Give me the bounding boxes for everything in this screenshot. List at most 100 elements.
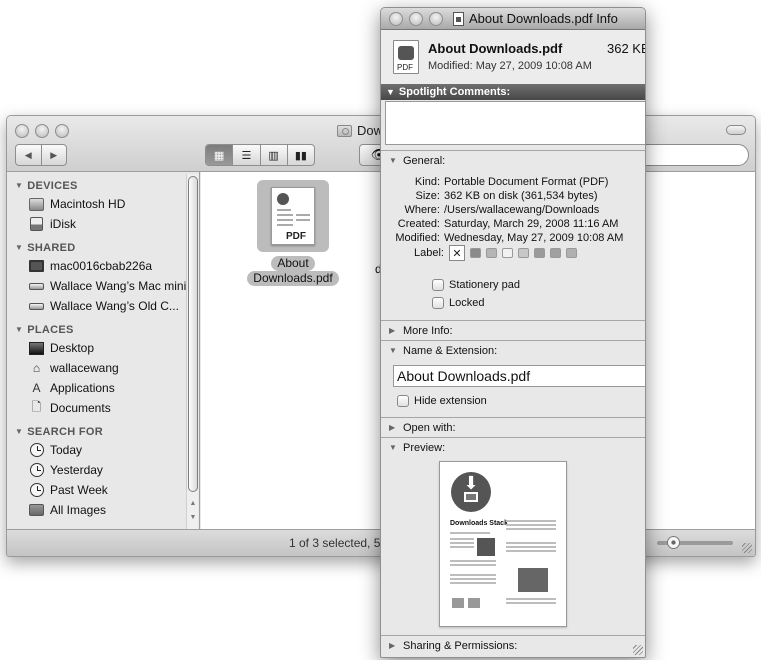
sidebar-item-documents[interactable]: 🗋 Documents <box>7 398 199 418</box>
open-with-section-header[interactable]: ▶ Open with: <box>381 417 645 437</box>
pdf-document-icon: PDF <box>271 187 315 245</box>
info-window-title: About Downloads.pdf Info <box>453 11 618 26</box>
sidebar-item-home[interactable]: ⌂ wallacewang <box>7 358 199 378</box>
sidebar-header-places[interactable]: ▼ PLACES <box>7 322 199 338</box>
sidebar-item-desktop[interactable]: Desktop <box>7 338 199 358</box>
download-arrow-icon: ⬇ <box>463 473 479 493</box>
resize-grip-icon[interactable] <box>742 543 752 553</box>
pdf-file-icon: PDF <box>393 40 419 74</box>
sidebar-item-old-computer[interactable]: Wallace Wang’s Old C... <box>7 296 199 316</box>
sidebar-item-macintosh-hd[interactable]: Macintosh HD <box>7 194 199 214</box>
icon-view-icon: ▦ <box>213 149 225 162</box>
sidebar-header-devices[interactable]: ▼ DEVICES <box>7 178 199 194</box>
stationery-pad-checkbox[interactable] <box>432 279 444 291</box>
preview-section-header[interactable]: ▼ Preview: <box>381 437 645 457</box>
coverflow-view-button[interactable]: ▮▮ <box>286 145 314 165</box>
scroll-up-arrow-icon[interactable]: ▲ <box>188 500 198 507</box>
close-button[interactable] <box>389 12 403 26</box>
info-window-controls <box>389 12 443 26</box>
icon-view-button[interactable]: ▦ <box>206 145 233 165</box>
label-swatch-3[interactable] <box>501 248 513 258</box>
more-info-section-header[interactable]: ▶ More Info: <box>381 320 645 340</box>
back-button[interactable]: ◀ <box>16 145 41 165</box>
file-name-input[interactable]: About Downloads.pdf <box>393 365 645 387</box>
sidebar-item-all-images[interactable]: All Images <box>7 500 199 520</box>
home-icon: ⌂ <box>32 361 41 375</box>
list-view-icon: ☰ <box>241 149 252 162</box>
disclosure-triangle-icon: ▼ <box>15 181 24 190</box>
sidebar-item-past-week[interactable]: Past Week <box>7 480 199 500</box>
resize-grip-icon[interactable] <box>633 645 643 655</box>
label-swatch-6[interactable] <box>549 248 561 258</box>
column-view-button[interactable]: ▥ <box>259 145 287 165</box>
idisk-icon <box>29 217 44 231</box>
forward-button[interactable]: ▶ <box>40 145 67 165</box>
info-titlebar: About Downloads.pdf Info <box>381 8 645 30</box>
sidebar-item-today[interactable]: Today <box>7 440 199 460</box>
disclosure-triangle-icon: ▶ <box>389 423 396 432</box>
file-name-label[interactable]: About Downloads.pdf <box>239 256 347 286</box>
spotlight-comments-header[interactable]: ▼ Spotlight Comments: <box>381 84 645 100</box>
label-swatch-1[interactable] <box>469 248 481 258</box>
document-icon <box>453 11 464 26</box>
mac-mini-icon <box>29 279 44 293</box>
locked-checkbox[interactable] <box>432 297 444 309</box>
slider-knob[interactable] <box>667 536 680 549</box>
label-key: Label: <box>414 247 444 259</box>
label-swatch-5[interactable] <box>533 248 545 258</box>
stationery-pad-checkbox-row[interactable]: Stationery pad <box>432 279 520 291</box>
applications-icon: A <box>32 381 41 395</box>
forward-arrow-icon: ▶ <box>50 149 58 160</box>
sidebar-item-mac-mini[interactable]: Wallace Wang’s Mac mini <box>7 276 199 296</box>
desktop-icon <box>29 341 44 355</box>
close-button[interactable] <box>15 124 29 138</box>
view-mode-control: ▦ ☰ ▥ ▮▮ <box>205 144 315 166</box>
label-swatch-4[interactable] <box>517 248 529 258</box>
icon-size-slider[interactable] <box>657 536 733 549</box>
sidebar-header-shared[interactable]: ▼ SHARED <box>7 240 199 256</box>
sidebar-scrollbar[interactable]: ▲ ▼ <box>186 174 198 529</box>
sidebar-item-yesterday[interactable]: Yesterday <box>7 460 199 480</box>
label-swatch-7[interactable] <box>565 248 577 258</box>
back-forward-control: ◀ ▶ <box>15 144 67 166</box>
label-none-button[interactable]: ✕ <box>448 245 465 261</box>
minimize-button[interactable] <box>409 12 423 26</box>
hide-extension-checkbox-row[interactable]: Hide extension <box>397 395 487 407</box>
sidebar-section-search-for: ▼ SEARCH FOR Today Yesterday Past Week Al… <box>7 424 199 520</box>
sidebar-item-mac0016cbab226a[interactable]: mac0016cbab226a <box>7 256 199 276</box>
list-view-button[interactable]: ☰ <box>232 145 259 165</box>
general-info-table: Kind: Portable Document Format (PDF) Size… <box>381 175 645 245</box>
disclosure-triangle-icon: ▼ <box>15 243 24 252</box>
disclosure-triangle-icon: ▼ <box>389 346 397 355</box>
scroll-down-arrow-icon[interactable]: ▼ <box>188 514 198 521</box>
sidebar-item-applications[interactable]: A Applications <box>7 378 199 398</box>
minimize-button[interactable] <box>35 124 49 138</box>
name-extension-section-header[interactable]: ▼ Name & Extension: <box>381 340 645 360</box>
disclosure-triangle-icon: ▼ <box>389 156 397 165</box>
sidebar-scroll-thumb[interactable] <box>188 176 198 492</box>
sidebar-header-search-for[interactable]: ▼ SEARCH FOR <box>7 424 199 440</box>
preview-screen-graphic <box>464 492 478 502</box>
back-arrow-icon: ◀ <box>24 149 32 160</box>
downloads-folder-icon <box>337 124 352 137</box>
file-item-about-downloads-pdf[interactable]: PDF <box>257 180 329 252</box>
info-file-size: 362 KB <box>607 41 646 56</box>
general-row-kind: Kind: Portable Document Format (PDF) <box>414 176 609 188</box>
monitor-icon <box>29 259 44 273</box>
finder-sidebar: ▼ DEVICES Macintosh HD iDisk ▼ SHARED mac0… <box>7 172 200 531</box>
general-row-where: Where:/Users/wallacewang/Downloads <box>404 204 600 216</box>
spotlight-comments-field[interactable] <box>385 101 645 145</box>
label-swatch-2[interactable] <box>485 248 497 258</box>
sidebar-item-idisk[interactable]: iDisk <box>7 214 199 234</box>
sharing-permissions-section-header[interactable]: ▶ Sharing & Permissions: <box>381 635 645 655</box>
locked-checkbox-row[interactable]: Locked <box>432 297 484 309</box>
column-view-icon: ▥ <box>268 149 279 162</box>
general-section-header[interactable]: ▼ General: <box>381 150 645 170</box>
sidebar-section-shared: ▼ SHARED mac0016cbab226a Wallace Wang’s M… <box>7 240 199 316</box>
toolbar-toggle-button[interactable] <box>726 125 746 135</box>
hide-extension-checkbox[interactable] <box>397 395 409 407</box>
zoom-button[interactable] <box>429 12 443 26</box>
label-picker: Label: ✕ <box>414 245 577 261</box>
general-row-created: Created: Saturday, March 29, 2008 11:16 A… <box>397 218 619 230</box>
zoom-button[interactable] <box>55 124 69 138</box>
